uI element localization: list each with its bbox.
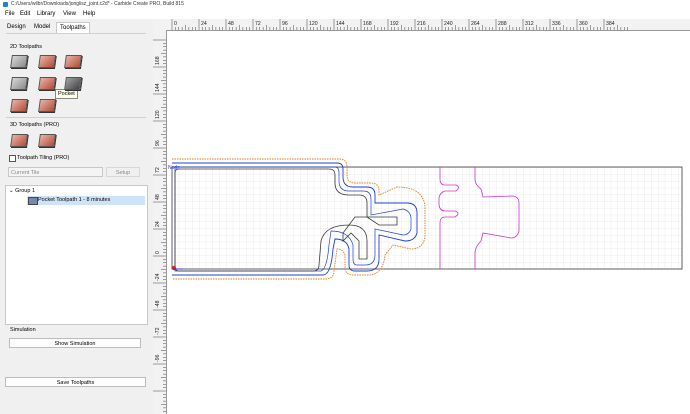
ruler-x-label: 336 xyxy=(552,21,561,27)
vertical-ruler: 168 144 120 96 72 48 24 0 -24 -48 -72 -96 xyxy=(153,30,167,414)
ruler-x-label: 168 xyxy=(363,21,372,27)
ruler-x-label: 24 xyxy=(201,21,207,27)
ruler-x-label: 0 xyxy=(174,21,177,27)
ruler-y-label: 168 xyxy=(155,56,161,65)
stock-area xyxy=(171,166,683,270)
ruler-x-label: 144 xyxy=(336,21,345,27)
menu-bar: File Edit Library View Help xyxy=(0,9,690,19)
pocket-toolpath-icon[interactable] xyxy=(38,54,56,68)
menu-library[interactable]: Library xyxy=(37,9,55,19)
ruler-x-label: 96 xyxy=(282,21,288,27)
advanced-vcarve-icon[interactable] xyxy=(38,76,56,90)
vcarve-toolpath-icon[interactable] xyxy=(10,76,28,90)
ruler-v-ticks: 168 144 120 96 72 48 24 0 -24 -48 -72 -96 xyxy=(153,39,166,412)
left-panel: Design Model Toolpaths 2D Toolpaths Pock… xyxy=(0,19,152,414)
group-label: Group 1 xyxy=(15,188,36,194)
save-toolpaths-button[interactable]: Save Toolpaths xyxy=(5,377,146,387)
tab-model[interactable]: Model xyxy=(31,22,53,32)
pocket-tooltip: Pocket xyxy=(55,89,78,99)
contour-toolpath-icon[interactable] xyxy=(10,54,28,68)
menu-edit[interactable]: Edit xyxy=(20,9,30,19)
origin-marker xyxy=(171,265,177,271)
toolpath-row[interactable]: Pocket Toolpath 1 - 8 minutes xyxy=(27,196,145,205)
toolpaths-3d-label: 3D Toolpaths (PRO) xyxy=(10,122,60,128)
ruler-x-label: 288 xyxy=(498,21,507,27)
tiling-label: Toolpath Tiling (PRO) xyxy=(17,155,70,161)
ruler-x-label: 360 xyxy=(579,21,588,27)
design-canvas[interactable]: Node 0 24 48 72 96 120 144 168 192 216 240 264 288 31… xyxy=(153,19,690,414)
ruler-y-label: -48 xyxy=(155,300,161,308)
window-title: C:/Users/wilbr/Downloads/jonglisz_joint.… xyxy=(11,1,184,7)
title-bar: C:/Users/wilbr/Downloads/jonglisz_joint.… xyxy=(0,0,690,9)
finish-3d-toolpath-icon[interactable] xyxy=(38,133,56,147)
tiling-checkbox[interactable] xyxy=(9,155,16,162)
ruler-y-label: 24 xyxy=(155,221,161,227)
ruler-y-label: 96 xyxy=(155,140,161,146)
chamfer-toolpath-icon[interactable] xyxy=(10,98,28,112)
group-row[interactable]: ⌄ Group 1 xyxy=(9,188,35,194)
ruler-h-ticks: 0 24 48 72 96 120 144 168 192 216 240 264 288 312 336 3… xyxy=(171,19,628,30)
texture-toolpath-icon[interactable] xyxy=(64,76,82,90)
ruler-x-label: 384 xyxy=(606,21,615,27)
ruler-x-label: 312 xyxy=(525,21,534,27)
ruler-x-label: 120 xyxy=(309,21,318,27)
ruler-x-label: 48 xyxy=(228,21,234,27)
origin-label: Node xyxy=(168,165,180,171)
tab-toolpaths[interactable]: Toolpaths xyxy=(56,22,90,33)
menu-help[interactable]: Help xyxy=(83,9,95,19)
ruler-y-label: 144 xyxy=(155,83,161,92)
toolpath-label: Pocket Toolpath 1 - 8 minutes xyxy=(38,197,111,203)
ruler-y-label: 0 xyxy=(155,251,161,254)
ruler-x-label: 264 xyxy=(471,21,480,27)
drill-toolpath-icon[interactable] xyxy=(64,54,82,68)
ruler-x-label: 192 xyxy=(390,21,399,27)
pocket-toolpath-icon xyxy=(28,197,38,205)
ruler-y-label: 72 xyxy=(155,167,161,173)
rough-3d-toolpath-icon[interactable] xyxy=(10,133,28,147)
menu-view[interactable]: View xyxy=(63,9,76,19)
setup-button[interactable]: Setup xyxy=(106,167,140,177)
section-separator xyxy=(6,117,146,118)
tab-design[interactable]: Design xyxy=(4,22,29,32)
app-icon xyxy=(3,2,8,7)
toolpath-tree: ⌄ Group 1 Pocket Toolpath 1 - 8 minutes xyxy=(5,185,148,325)
ruler-y-label: -72 xyxy=(155,327,161,335)
menu-file[interactable]: File xyxy=(5,9,15,19)
ruler-y-label: -24 xyxy=(155,273,161,281)
canvas-drawing: Node xyxy=(168,158,683,280)
toolpaths-2d-label: 2D Toolpaths xyxy=(10,44,43,50)
ruler-x-label: 216 xyxy=(417,21,426,27)
tab-underline xyxy=(6,33,146,34)
show-simulation-button[interactable]: Show Simulation xyxy=(9,338,141,348)
ruler-x-label: 72 xyxy=(255,21,261,27)
ruler-y-label: 120 xyxy=(155,110,161,119)
fillet-toolpath-icon[interactable] xyxy=(38,98,56,112)
ruler-y-label: 48 xyxy=(155,194,161,200)
ruler-x-label: 240 xyxy=(444,21,453,27)
horizontal-ruler: 0 24 48 72 96 120 144 168 192 216 240 264 288 312 336 3… xyxy=(153,19,690,31)
ruler-y-label: -96 xyxy=(155,354,161,362)
current-tile-select[interactable]: Current Tile xyxy=(8,167,103,177)
simulation-label: Simulation xyxy=(10,327,36,333)
